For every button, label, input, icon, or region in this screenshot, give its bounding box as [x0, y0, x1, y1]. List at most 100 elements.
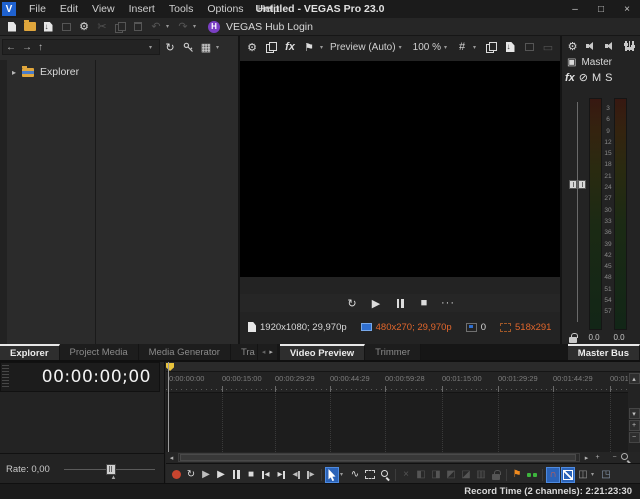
downmix-icon[interactable] — [603, 39, 618, 54]
vzoom-out-icon[interactable]: − — [629, 432, 640, 443]
auto-ripple-icon[interactable]: ◫ — [576, 467, 590, 483]
tree-item-explorer[interactable]: ▸ Explorer — [12, 66, 79, 78]
vegas-logo[interactable]: V — [2, 2, 16, 16]
explorer-address-combo[interactable]: ← → ↑ ▾ — [2, 39, 160, 55]
vegas-hub-icon[interactable]: H — [208, 21, 220, 33]
tab-video-preview[interactable]: Video Preview — [280, 344, 365, 360]
tab-explorer[interactable]: Explorer — [0, 344, 60, 360]
views-icon[interactable]: ▦ — [198, 40, 214, 55]
hscroll-right-icon[interactable]: ▸ — [581, 452, 592, 463]
hscroll-thumb[interactable] — [180, 454, 576, 461]
minimize-button[interactable]: – — [562, 0, 588, 18]
tab-media-generator[interactable]: Media Generator — [139, 344, 231, 360]
favorites-key-icon[interactable] — [180, 40, 196, 55]
envelope-tool-icon[interactable]: ∿ — [348, 467, 362, 483]
master-fx-button[interactable]: fx — [565, 72, 575, 84]
copy-snapshot-icon[interactable] — [483, 40, 499, 55]
track-area[interactable] — [166, 393, 628, 452]
automation-icon[interactable]: ⊘ — [579, 71, 588, 84]
preview-quality-select[interactable]: Preview (Auto) — [330, 42, 396, 53]
tab-scroll-left-icon[interactable]: ◂ — [262, 348, 266, 356]
preview-zoom-dropdown-icon[interactable]: ▾ — [444, 44, 451, 51]
forward-icon[interactable]: → — [22, 42, 32, 53]
mixer-sliders-icon[interactable] — [622, 39, 637, 54]
maximize-button[interactable]: □ — [588, 0, 614, 18]
back-icon[interactable]: ← — [6, 42, 16, 53]
zoom-edit-tool-icon[interactable] — [378, 467, 392, 483]
tab-transitions-truncated[interactable]: Tra — [231, 344, 258, 360]
hzoom-in-icon[interactable]: + — [592, 452, 603, 463]
master-fader-handle[interactable] — [569, 180, 586, 189]
preview-play-icon[interactable]: ▶ — [368, 296, 384, 311]
redo-dropdown-icon[interactable]: ▾ — [193, 23, 200, 30]
preview-loop-icon[interactable]: ↻ — [344, 296, 360, 311]
address-dropdown-icon[interactable]: ▾ — [149, 44, 156, 51]
video-fx-button[interactable]: fx — [282, 40, 298, 55]
previous-frame-icon[interactable]: ◂ — [289, 467, 303, 483]
new-project-icon[interactable] — [4, 19, 20, 34]
solo-button[interactable]: S — [605, 72, 612, 84]
menu-help[interactable]: Help — [251, 0, 287, 18]
overlays-flag-icon[interactable]: ⚑ — [301, 40, 317, 55]
timeline-cursor-line[interactable] — [168, 362, 169, 452]
grid-dropdown-icon[interactable]: ▾ — [473, 44, 480, 51]
save-snapshot-icon[interactable] — [502, 40, 518, 55]
stop-button[interactable]: ■ — [244, 467, 258, 483]
menu-options[interactable]: Options — [200, 0, 250, 18]
bus-icon[interactable]: ▣ — [567, 57, 576, 68]
undo-dropdown-icon[interactable]: ▾ — [166, 23, 173, 30]
up-icon[interactable]: ↑ — [38, 42, 43, 53]
expand-arrow-icon[interactable]: ▸ — [12, 68, 16, 77]
vegas-hub-login-button[interactable]: VEGAS Hub Login — [226, 21, 313, 33]
pause-button[interactable] — [229, 467, 243, 483]
hscroll-left-icon[interactable]: ◂ — [166, 452, 177, 463]
preview-zoom-select[interactable]: 100 % — [413, 42, 441, 53]
menu-view[interactable]: View — [85, 0, 122, 18]
tab-master-bus[interactable]: Master Bus — [568, 344, 640, 360]
project-properties-icon[interactable]: ⚙ — [76, 19, 92, 34]
open-project-icon[interactable] — [22, 19, 38, 34]
master-settings-icon[interactable]: ⚙ — [565, 39, 580, 54]
menu-edit[interactable]: Edit — [53, 0, 85, 18]
play-from-start-icon[interactable]: ▶ — [199, 467, 213, 483]
marker-bar[interactable] — [166, 362, 640, 372]
preview-quality-dropdown-icon[interactable]: ▾ — [399, 44, 406, 51]
minimize-track-height-icon[interactable]: ▴ — [629, 373, 640, 384]
rate-slider[interactable]: ▲ — [64, 463, 159, 477]
zoom-tool-icon[interactable] — [620, 452, 631, 463]
overlays-dropdown-icon[interactable]: ▾ — [320, 44, 327, 51]
video-output-icon[interactable] — [263, 40, 279, 55]
views-dropdown-icon[interactable]: ▾ — [216, 44, 223, 51]
tab-trimmer[interactable]: Trimmer — [365, 344, 421, 360]
go-to-start-icon[interactable]: ◂ — [259, 467, 273, 483]
auto-ripple-dropdown-icon[interactable]: ▾ — [591, 471, 598, 478]
vzoom-in-icon[interactable]: + — [629, 420, 640, 431]
save-project-icon[interactable] — [40, 19, 56, 34]
fader-lock-icon[interactable] — [562, 330, 584, 345]
insert-region-icon[interactable] — [525, 467, 539, 483]
timecode-display[interactable]: 00:00:00;00 — [0, 362, 160, 392]
event-tool-extra-icon[interactable]: ◳ — [599, 467, 613, 483]
menu-file[interactable]: File — [22, 0, 53, 18]
hscroll-trough[interactable] — [178, 453, 580, 462]
preview-stop-icon[interactable]: ■ — [416, 296, 432, 311]
play-button[interactable]: ▶ — [214, 467, 228, 483]
grid-overlay-icon[interactable]: # — [454, 40, 470, 55]
time-ruler[interactable]: 0:00:00:00 00:00:15:00 00:00:29:29 00:00… — [166, 372, 628, 393]
timecode-grip[interactable] — [2, 365, 9, 389]
normal-edit-tool-button[interactable] — [325, 467, 339, 483]
selection-tool-icon[interactable] — [363, 467, 377, 483]
edit-tool-dropdown-icon[interactable]: ▾ — [340, 471, 347, 478]
hzoom-out-icon[interactable]: − — [609, 452, 620, 463]
tab-scroll-right-icon[interactable]: ▸ — [269, 348, 273, 356]
menu-insert[interactable]: Insert — [122, 0, 162, 18]
vscroll-down-icon[interactable]: ▾ — [629, 408, 640, 419]
preview-settings-icon[interactable]: ⚙ — [244, 40, 260, 55]
go-to-end-icon[interactable]: ▸ — [274, 467, 288, 483]
speaker-mute-icon[interactable] — [584, 39, 599, 54]
refresh-icon[interactable]: ↻ — [162, 40, 178, 55]
explorer-pane-divider[interactable] — [95, 60, 96, 344]
snapping-toggle-button[interactable]: ∩ — [546, 467, 560, 483]
rate-slider-handle[interactable] — [106, 464, 116, 475]
preview-more-icon[interactable]: ··· — [440, 296, 456, 311]
